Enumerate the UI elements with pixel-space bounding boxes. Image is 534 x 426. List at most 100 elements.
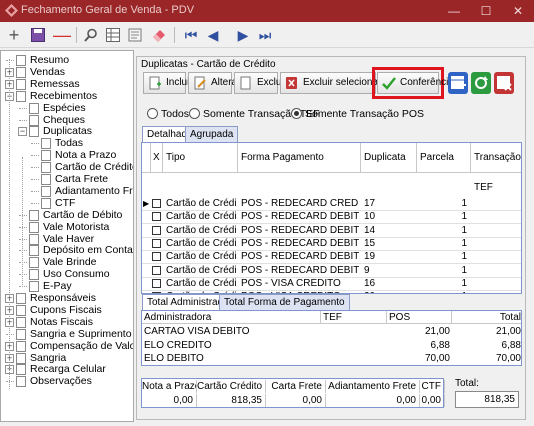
tree-connector: [19, 250, 27, 252]
tree-connector: [31, 167, 39, 169]
tree-item[interactable]: Sangria e Suprimento: [30, 328, 132, 340]
close-button[interactable]: ✕: [502, 0, 534, 22]
refresh-grid-icon[interactable]: [471, 72, 491, 94]
col-transacao-tef[interactable]: Transação TEF: [471, 143, 521, 193]
document-icon: [16, 364, 26, 376]
tree-item[interactable]: Cartão de Crédito: [55, 161, 133, 174]
row-checkbox[interactable]: [152, 278, 161, 288]
tree-item[interactable]: Sangria: [30, 352, 66, 364]
first-record-icon[interactable]: ⏮: [182, 26, 200, 44]
tree-item[interactable]: Cartão de Débito: [43, 209, 122, 221]
tree-item[interactable]: Responsáveis: [30, 292, 96, 304]
next-record-icon[interactable]: ▶: [234, 26, 252, 44]
col-x[interactable]: X: [151, 143, 163, 173]
tree-item[interactable]: Adiantamento Frete: [55, 185, 133, 197]
tree-connector: [19, 238, 27, 240]
tree-item[interactable]: Vale Motorista: [43, 221, 109, 233]
tree-item[interactable]: Observações: [30, 375, 92, 387]
cell-parcela: 1: [417, 290, 467, 293]
search-icon[interactable]: [82, 26, 100, 44]
delete-grid-icon[interactable]: [494, 72, 514, 94]
tot-cell-administradora: CARTAO VISA DEBITO: [144, 326, 250, 337]
tree-item[interactable]: Resumo: [30, 54, 69, 66]
tot-col-tef: TEF: [321, 311, 387, 324]
summary-label: Cartão Crédito: [197, 380, 266, 393]
col-parcela[interactable]: Parcela: [417, 143, 471, 173]
document-icon: [29, 281, 39, 293]
row-checkbox[interactable]: [152, 199, 161, 208]
tab-agrupada[interactable]: Agrupada: [185, 126, 239, 142]
tree-item[interactable]: CTF: [55, 197, 75, 209]
minimize-button[interactable]: —: [438, 0, 470, 22]
tab-total-forma-pagamento[interactable]: Total Forma de Pagamento: [219, 294, 350, 310]
tree-item[interactable]: Compensação de Valores: [30, 340, 133, 352]
row-checkbox[interactable]: [152, 265, 161, 275]
tot-cell-pos: 21,00: [424, 326, 450, 337]
previous-record-icon[interactable]: ◀: [204, 26, 222, 44]
excluir-selecionados-button[interactable]: Excluir selecionados: [280, 72, 394, 94]
tree-item[interactable]: Todas: [55, 137, 83, 149]
remove-icon[interactable]: —: [53, 26, 71, 44]
tree-item[interactable]: Vendas: [30, 66, 65, 78]
grid-icon[interactable]: [104, 26, 122, 44]
col-forma-pagamento[interactable]: Forma Pagamento: [238, 143, 361, 173]
radio-todos[interactable]: Todos: [147, 107, 189, 121]
incluir-button[interactable]: Incluir: [143, 72, 193, 94]
tree-item[interactable]: Nota a Prazo: [55, 149, 116, 161]
tree-connector: [31, 143, 39, 145]
document-icon: [16, 66, 26, 78]
maximize-button[interactable]: ☐: [470, 0, 502, 22]
document-icon: [16, 340, 26, 352]
radio-somente-pos[interactable]: Somente Transação POS: [291, 107, 424, 121]
cell-forma-pagamento: POS - REDECARD DEBITO: [241, 237, 359, 249]
row-checkbox[interactable]: [152, 252, 161, 262]
collapse-icon[interactable]: −: [18, 127, 27, 137]
cell-parcela: 1: [461, 224, 467, 236]
total-value: 818,35: [455, 391, 519, 408]
tree-item[interactable]: Cupons Fiscais: [30, 304, 102, 316]
check-icon: [382, 77, 396, 90]
add-grid-icon[interactable]: [448, 72, 468, 94]
cell-tipo: Cartão de Crédito: [166, 277, 236, 289]
tree-item[interactable]: Recebimentos: [30, 90, 97, 102]
tree-item[interactable]: Espécies: [43, 102, 86, 114]
tree-item[interactable]: Duplicatas: [43, 125, 92, 137]
tree-item[interactable]: Remessas: [30, 78, 80, 90]
tree-item[interactable]: Cheques: [43, 114, 85, 126]
last-record-icon[interactable]: ⏭: [256, 26, 274, 44]
conferencia-button[interactable]: Conferência: [377, 72, 454, 94]
tree-item[interactable]: Vale Brinde: [43, 256, 97, 268]
tree-item[interactable]: E-Pay: [43, 280, 72, 292]
summary-label: Nota a Prazo: [142, 380, 197, 393]
row-checkbox[interactable]: [152, 225, 161, 235]
radio-circle: [147, 108, 158, 119]
tot-cell-pos: 70,00: [424, 353, 450, 364]
cell-duplicata: 10: [364, 211, 376, 223]
tree-item[interactable]: Recarga Celular: [30, 363, 106, 375]
cell-forma-pagamento: POS - REDECARD DEBITO: [241, 264, 359, 276]
tree-item[interactable]: Notas Fiscais: [30, 316, 93, 328]
reports-icon[interactable]: [126, 26, 144, 44]
eraser-icon[interactable]: [150, 26, 168, 44]
tot-cell-administradora: ELO CREDITO: [144, 339, 212, 351]
tree-item[interactable]: Vale Haver: [43, 233, 94, 245]
tree-item[interactable]: Carta Frete: [55, 173, 108, 185]
row-checkbox[interactable]: [152, 212, 161, 222]
row-checkbox[interactable]: [152, 238, 161, 248]
save-icon[interactable]: [29, 26, 47, 44]
tree-connector: [19, 107, 27, 109]
col-tipo[interactable]: Tipo: [163, 143, 238, 173]
document-icon: [16, 55, 26, 66]
tree-item[interactable]: Uso Consumo: [43, 268, 110, 280]
tot-cell-tef: [321, 339, 387, 352]
col-duplicata[interactable]: Duplicata: [361, 143, 417, 173]
summary-value: 818,35: [197, 394, 266, 407]
document-icon: [16, 90, 26, 102]
add-icon[interactable]: +: [5, 26, 23, 44]
excluir-button[interactable]: Excluir: [234, 72, 287, 94]
alterar-button[interactable]: Alterar: [188, 72, 240, 94]
summary-value: 0,00: [420, 394, 445, 407]
tree-item[interactable]: Depósito em Conta: [43, 244, 133, 256]
tot-cell-total: 6,88: [501, 339, 521, 351]
document-icon: [41, 174, 51, 185]
